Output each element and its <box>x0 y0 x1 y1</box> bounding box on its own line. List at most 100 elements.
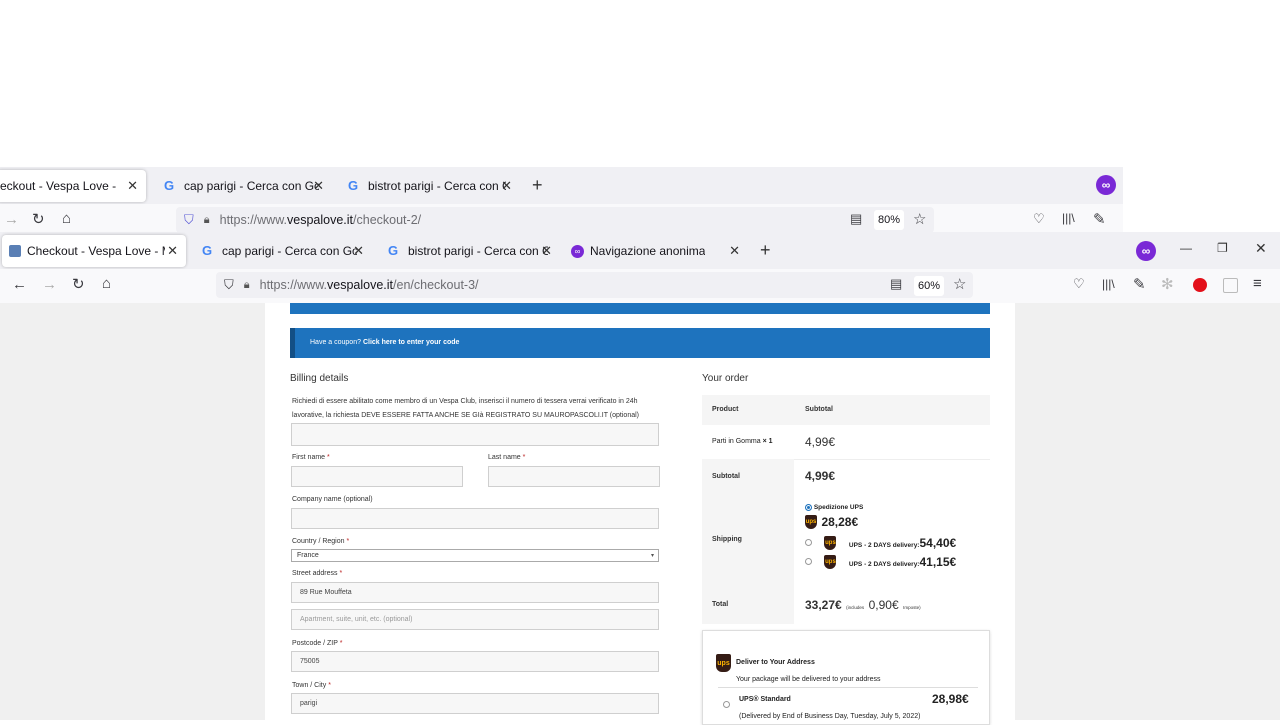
apartment-input[interactable]: Apartment, suite, unit, etc. (optional) <box>291 609 659 630</box>
subtotal-label: Subtotal <box>712 473 740 480</box>
billing-heading: Billing details <box>290 373 349 384</box>
first-name-input[interactable] <box>291 466 463 487</box>
ups-service-price: 28,98€ <box>932 692 969 706</box>
reader-view-icon[interactable]: ▤ <box>890 276 902 292</box>
close-icon[interactable]: ✕ <box>167 243 178 259</box>
order-heading: Your order <box>702 373 749 384</box>
eyedropper-icon[interactable]: ✎ <box>1093 210 1106 228</box>
ups-logo-icon: ups <box>824 535 837 550</box>
google-icon: G <box>347 178 359 193</box>
close-icon[interactable]: ✕ <box>127 178 138 194</box>
tab-cap-parigi[interactable]: G cap parigi - Cerca con Google ✕ <box>188 235 372 267</box>
reload-icon[interactable]: ↻ <box>72 275 85 293</box>
eyedropper-icon[interactable]: ✎ <box>1133 275 1146 293</box>
library-icon[interactable]: |||\ <box>1062 211 1075 225</box>
bookmark-star-icon[interactable]: ☆ <box>953 275 966 293</box>
city-input[interactable]: parigi <box>291 693 659 714</box>
header-strip <box>290 303 990 314</box>
extension-icon[interactable]: ✻ <box>1161 275 1174 293</box>
forward-icon[interactable]: → <box>4 211 19 228</box>
tab-title: Navigazione anonima <box>590 244 706 258</box>
club-note-line2: lavorative, la richiesta DEVE ESSERE FAT… <box>292 412 639 419</box>
google-icon: G <box>163 178 175 193</box>
postcode-label: Postcode / ZIP * <box>292 640 343 647</box>
reload-icon[interactable]: ↻ <box>32 210 45 228</box>
coupon-prefix: Have a coupon? <box>310 339 361 346</box>
ups-service-note: (Delivered by End of Business Day, Tuesd… <box>739 713 921 720</box>
country-select[interactable]: France ▾ <box>291 549 659 562</box>
radio-unselected <box>805 558 812 566</box>
order-total-row: Total 33,27€ (includes 0,90€ Imposte) <box>702 559 990 622</box>
tab-title: cap parigi - Cerca con Google <box>184 179 319 193</box>
tab-private-browsing[interactable]: ∞ Navigazione anonima ✕ <box>560 235 750 267</box>
home-icon[interactable]: ⌂ <box>102 275 111 292</box>
url-bar[interactable]: ⛉ 🔒︎ https://www. vespalove.it/en/checkou… <box>216 272 973 298</box>
url-path: /checkout-2/ <box>353 213 422 227</box>
url-prefix: https://www. <box>259 278 328 292</box>
tab-title: bistrot parigi - Cerca con Google <box>368 179 506 193</box>
zoom-indicator[interactable]: 80% <box>874 210 904 230</box>
restore-button[interactable]: ❐ <box>1217 241 1228 255</box>
subtotal-value: 4,99€ <box>805 469 836 483</box>
pocket-icon[interactable]: ♡ <box>1073 276 1085 292</box>
tab-bistrot-parigi[interactable]: G bistrot parigi - Cerca con Google ✕ <box>374 235 558 267</box>
lock-icon: 🔒︎ <box>243 278 250 291</box>
container-icon[interactable] <box>1223 278 1238 293</box>
url-path: /en/checkout-3/ <box>393 278 479 292</box>
radio-unselected <box>805 539 812 547</box>
new-tab-button[interactable]: + <box>760 240 771 261</box>
url-domain: vespalove.it <box>287 213 354 227</box>
reader-view-icon[interactable]: ▤ <box>850 211 862 227</box>
bg-tab-cap-parigi[interactable]: G cap parigi - Cerca con Google ✕ <box>150 170 332 202</box>
nav-bar: ← → ↻ ⌂ ⛉ 🔒︎ https://www. vespalove.it/en… <box>0 269 1280 304</box>
total-value: 33,27€ (includes 0,90€ Imposte) <box>805 598 921 612</box>
bg-tab-bistrot-parigi[interactable]: G bistrot parigi - Cerca con Google ✕ <box>334 170 518 202</box>
minimize-button[interactable]: — <box>1180 241 1192 255</box>
close-icon[interactable]: ✕ <box>501 178 512 194</box>
street-label: Street address * <box>292 570 343 577</box>
window-close-button[interactable]: ✕ <box>1255 240 1267 257</box>
opera-icon[interactable] <box>1193 278 1207 292</box>
lock-icon: 🔒︎ <box>203 213 210 226</box>
club-note-line1: Richiedi di essere abilitato come membro… <box>292 398 638 405</box>
private-browsing-icon: ∞ <box>1096 175 1116 195</box>
zoom-indicator[interactable]: 60% <box>914 276 944 296</box>
close-icon[interactable]: ✕ <box>353 243 364 259</box>
order-item-row: Parti in Gomma × 1 4,99€ <box>702 425 990 460</box>
coupon-link[interactable]: Click here to enter your code <box>363 339 459 346</box>
close-icon[interactable]: ✕ <box>313 178 324 194</box>
street-input[interactable]: 89 Rue Mouffeta <box>291 582 659 603</box>
bookmark-star-icon[interactable]: ☆ <box>913 210 926 228</box>
ship-option-3[interactable]: ups UPS - 2 DAYS delivery:41,15€ <box>805 553 956 571</box>
close-icon[interactable]: ✕ <box>541 243 552 259</box>
home-icon[interactable]: ⌂ <box>62 210 71 227</box>
new-tab-button[interactable]: + <box>532 175 543 196</box>
back-icon[interactable]: ← <box>12 276 27 293</box>
tab-checkout[interactable]: Checkout - Vespa Love - Mauro ✕ <box>2 235 186 267</box>
forward-icon[interactable]: → <box>42 276 57 293</box>
library-icon[interactable]: |||\ <box>1102 277 1115 291</box>
bg-tab-checkout[interactable]: eckout - Vespa Love - Mauro ✕ <box>0 170 146 202</box>
menu-icon[interactable]: ≡ <box>1253 275 1262 292</box>
item-price: 4,99€ <box>805 435 836 449</box>
company-input[interactable] <box>291 508 659 529</box>
ups-delivery-box: ups Deliver to Your Address Your package… <box>702 630 990 725</box>
tab-title: bistrot parigi - Cerca con Google <box>408 244 548 258</box>
close-icon[interactable]: ✕ <box>729 243 740 259</box>
ups-service-radio[interactable] <box>723 696 730 714</box>
vespalove-favicon-icon <box>9 245 21 257</box>
postcode-input[interactable]: 75005 <box>291 651 659 672</box>
radio-selected <box>805 504 812 511</box>
shield-icon: ⛉ <box>184 212 194 227</box>
last-name-input[interactable] <box>488 466 660 487</box>
country-label: Country / Region * <box>292 538 350 545</box>
ups-service-name: UPS® Standard <box>739 696 791 703</box>
private-browsing-icon: ∞ <box>571 244 584 258</box>
pocket-icon[interactable]: ♡ <box>1033 211 1045 227</box>
order-subtotal-row: Subtotal 4,99€ <box>702 459 990 624</box>
bg-url-bar[interactable]: ⛉ 🔒︎ https://www. vespalove.it/checkout-2… <box>176 207 934 233</box>
ship-option-selected[interactable]: Spedizione UPS <box>805 504 863 511</box>
ship-option-2[interactable]: ups UPS - 2 DAYS delivery:54,40€ <box>805 534 956 552</box>
club-number-input[interactable] <box>291 423 659 446</box>
bg-tab-bar: eckout - Vespa Love - Mauro ✕ G cap pari… <box>0 167 1123 204</box>
